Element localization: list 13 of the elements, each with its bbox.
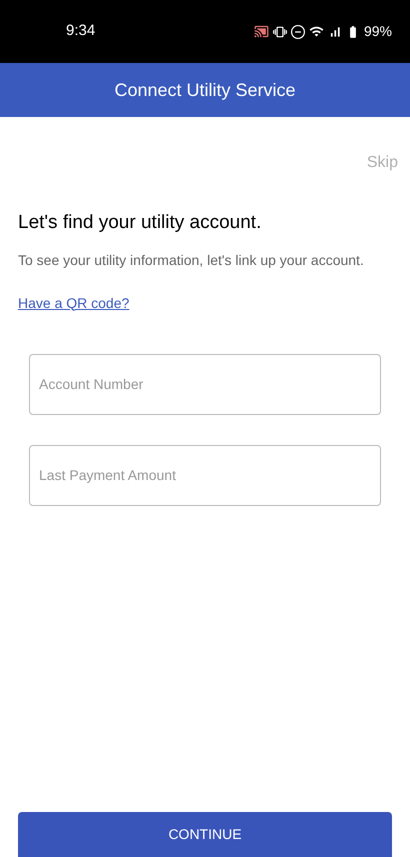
status-time: 9:34 — [66, 21, 96, 42]
description: To see your utility information, let's link up your account. — [18, 250, 365, 270]
vibrate-icon — [272, 24, 287, 38]
input-field[interactable]: Last Payment Amount — [29, 444, 381, 506]
battery-percent: 99% — [364, 22, 392, 41]
do-not-disturb-icon — [290, 24, 305, 38]
input-field[interactable]: Account Number — [29, 354, 381, 414]
heading: Let's find your utility account. — [18, 211, 262, 235]
continue-button[interactable]: CONTINUE — [18, 812, 392, 857]
qr-code-link[interactable]: Have a QR code? — [18, 292, 130, 314]
header-title: Connect Utility Service — [114, 78, 296, 102]
cast-icon — [254, 24, 269, 39]
wifi-icon — [308, 24, 324, 39]
